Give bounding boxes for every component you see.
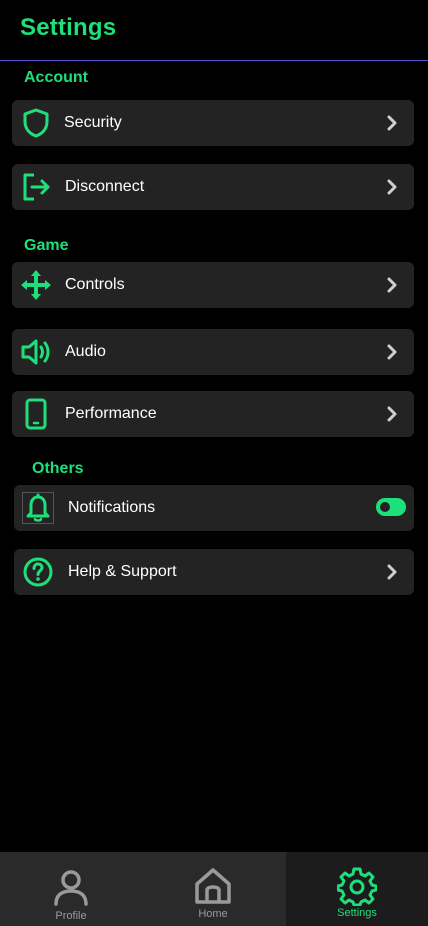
settings-item-security[interactable]: Security (12, 100, 414, 146)
chevron-right-icon (387, 564, 397, 580)
tab-label: Home (198, 908, 228, 920)
settings-item-label: Controls (65, 276, 125, 293)
page-title: Settings (20, 14, 117, 41)
header-divider (0, 60, 428, 61)
tab-profile[interactable]: Profile (0, 852, 142, 926)
settings-item-label: Disconnect (65, 178, 145, 195)
speaker-icon (20, 336, 52, 368)
gear-icon (337, 867, 377, 906)
tab-label: Profile (55, 910, 87, 922)
section-title-account: Account (24, 69, 88, 86)
user-icon (54, 870, 88, 906)
phone-icon (20, 398, 52, 430)
chevron-right-icon (387, 344, 397, 360)
help-circle-icon (22, 556, 54, 588)
settings-item-label: Help & Support (68, 563, 177, 580)
settings-item-help-support[interactable]: Help & Support (14, 549, 414, 595)
tab-home[interactable]: Home (142, 852, 284, 926)
settings-item-label: Notifications (68, 499, 156, 516)
section-title-others: Others (32, 460, 84, 477)
tab-label: Settings (337, 907, 377, 919)
chevron-right-icon (387, 406, 397, 422)
settings-item-label: Audio (65, 343, 106, 360)
tab-settings[interactable]: Settings (286, 852, 428, 926)
move-arrows-icon (20, 269, 52, 301)
settings-item-controls[interactable]: Controls (12, 262, 414, 308)
toggle-knob (380, 502, 390, 512)
logout-icon (20, 171, 52, 203)
chevron-right-icon (387, 179, 397, 195)
settings-item-audio[interactable]: Audio (12, 329, 414, 375)
chevron-right-icon (387, 277, 397, 293)
home-icon (195, 868, 231, 904)
chevron-right-icon (387, 115, 397, 131)
notifications-toggle[interactable] (376, 498, 406, 516)
shield-icon (20, 107, 52, 139)
settings-item-disconnect[interactable]: Disconnect (12, 164, 414, 210)
bell-icon (22, 492, 54, 524)
settings-item-label: Security (64, 114, 122, 131)
bottom-tab-bar: Profile Home Settings (0, 852, 428, 926)
settings-screen: Settings Account Security Disconnect Gam… (0, 0, 428, 926)
section-title-game: Game (24, 237, 69, 254)
settings-item-performance[interactable]: Performance (12, 391, 414, 437)
settings-item-label: Performance (65, 405, 157, 422)
settings-item-notifications[interactable]: Notifications (14, 485, 414, 531)
